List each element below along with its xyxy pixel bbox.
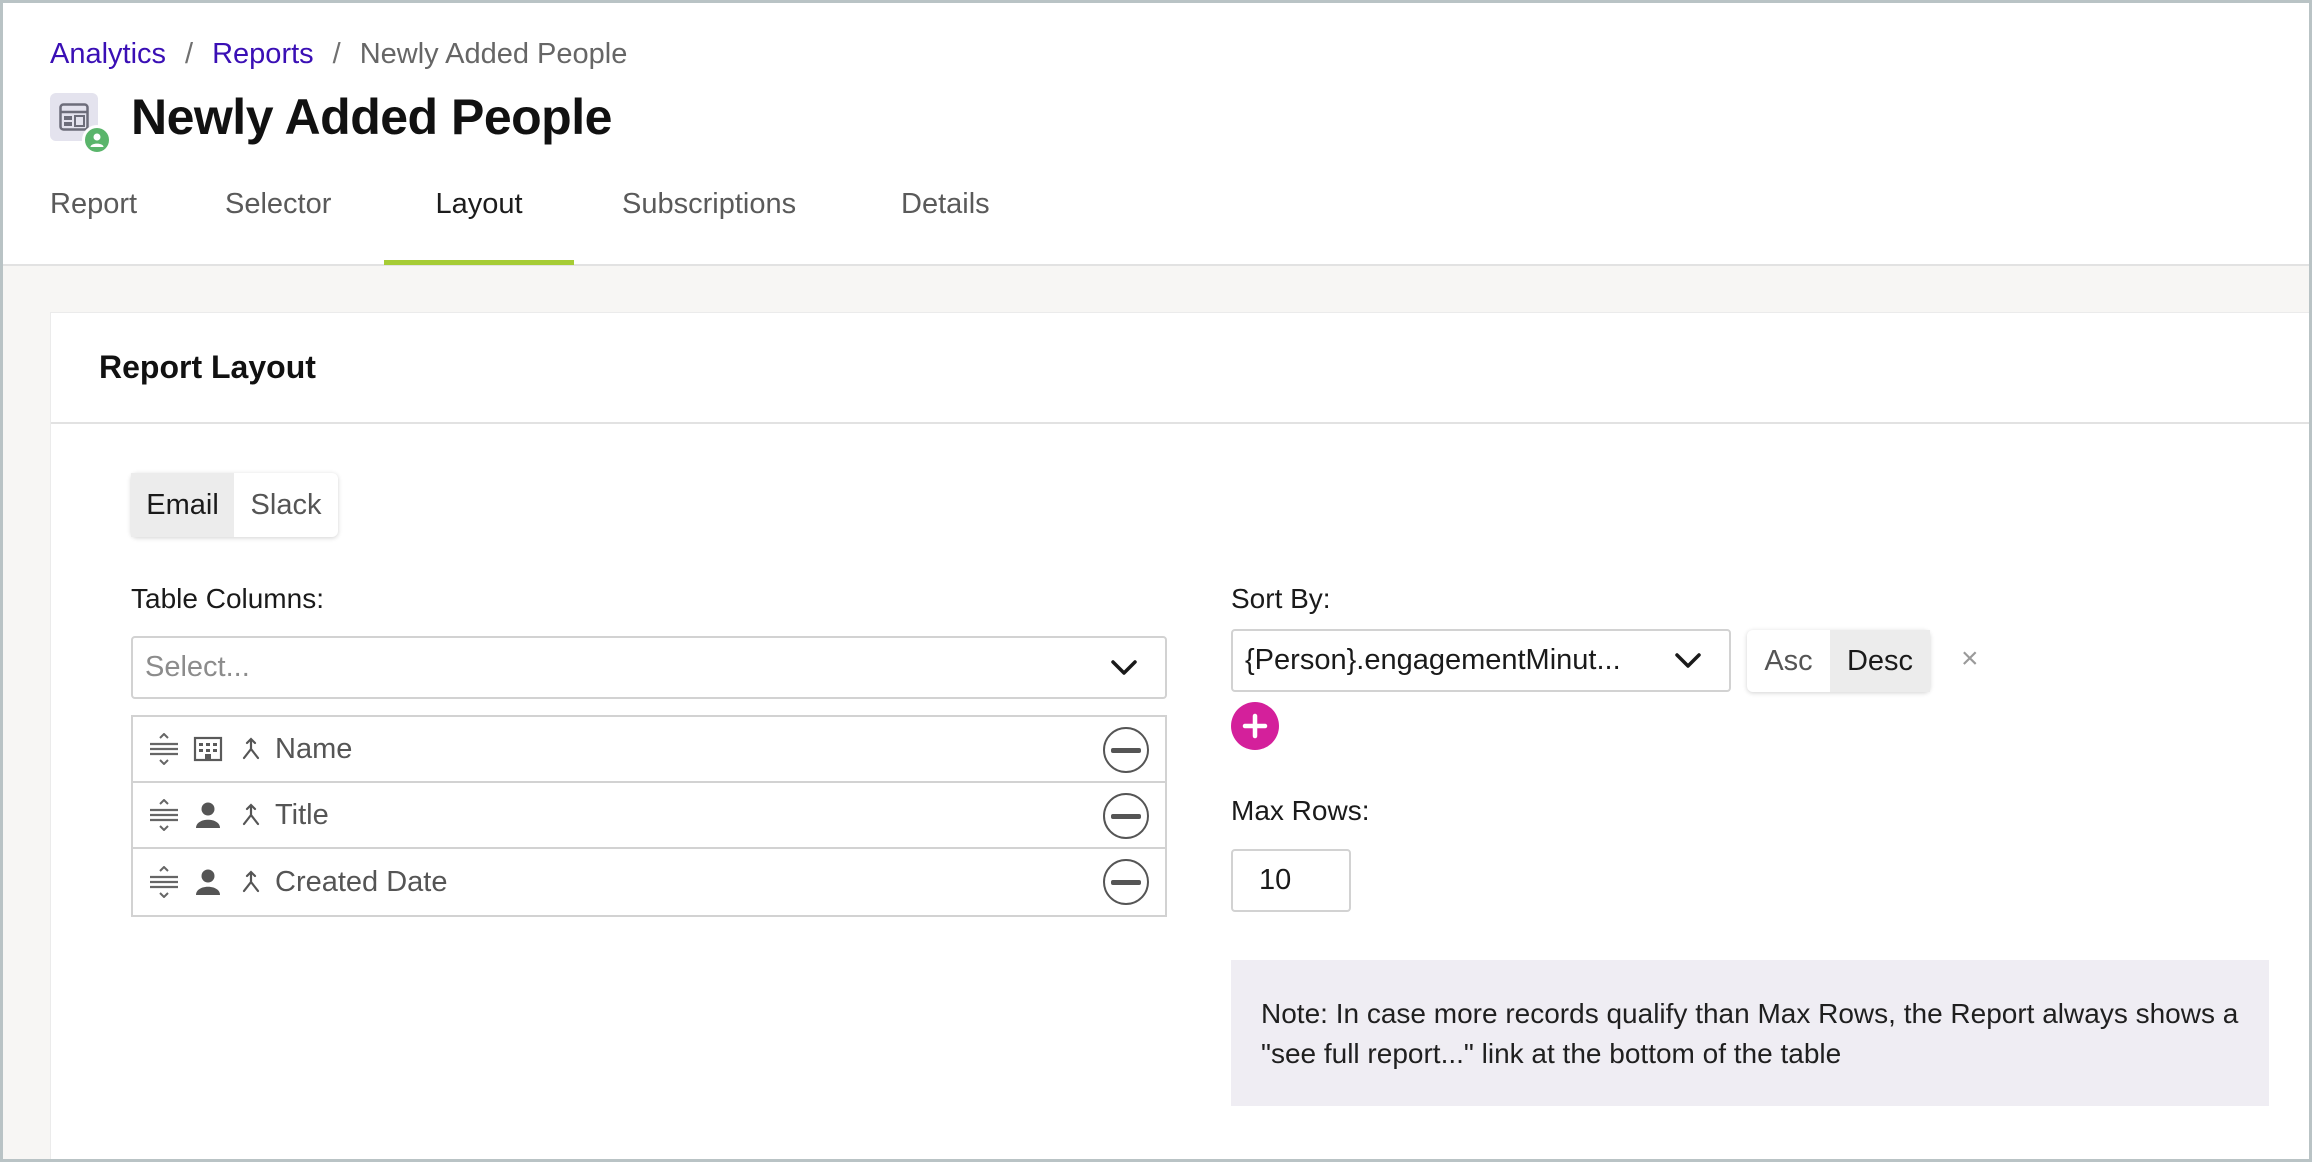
chevron-down-icon bbox=[1111, 659, 1137, 675]
tab-label: Layout bbox=[435, 188, 523, 220]
sort-by-select[interactable]: {Person}.engagementMinut... bbox=[1231, 629, 1731, 692]
breadcrumb-analytics-link[interactable]: Analytics bbox=[50, 38, 166, 71]
drag-handle-icon[interactable] bbox=[149, 866, 179, 898]
breadcrumb: Analytics / Reports / Newly Added People bbox=[50, 38, 627, 71]
sort-desc-button[interactable]: Desc bbox=[1830, 630, 1930, 692]
page-header: Analytics / Reports / Newly Added People… bbox=[0, 0, 2312, 266]
max-rows-label: Max Rows: bbox=[1231, 795, 1370, 826]
remove-column-button[interactable] bbox=[1103, 727, 1149, 773]
page-title: Newly Added People bbox=[131, 89, 612, 145]
tab-bar: Report Selector Layout Subscriptions Det… bbox=[0, 186, 1001, 266]
drag-handle-icon[interactable] bbox=[149, 733, 179, 765]
person-badge-icon bbox=[82, 125, 112, 155]
sort-asc-button[interactable]: Asc bbox=[1747, 630, 1830, 692]
report-icon bbox=[50, 93, 112, 155]
sort-by-label: Sort By: bbox=[1231, 583, 1331, 614]
tab-label: Selector bbox=[225, 188, 332, 220]
tab-selector[interactable]: Selector bbox=[225, 186, 336, 264]
drag-handle-icon[interactable] bbox=[149, 799, 179, 831]
slack-toggle-button[interactable]: Slack bbox=[234, 473, 338, 537]
merge-icon bbox=[241, 737, 261, 761]
table-column-row: Created Date bbox=[133, 849, 1165, 915]
table-columns-list: Name Title Created Date bbox=[131, 715, 1167, 917]
email-toggle-button[interactable]: Email bbox=[131, 473, 234, 537]
chevron-down-icon bbox=[1675, 652, 1701, 668]
sort-order-toggle: Asc Desc bbox=[1747, 630, 1930, 692]
table-columns-label: Table Columns: bbox=[131, 583, 324, 614]
add-sort-button[interactable] bbox=[1231, 702, 1279, 750]
breadcrumb-separator: / bbox=[332, 38, 341, 70]
tab-details[interactable]: Details bbox=[901, 186, 1001, 264]
tab-subscriptions[interactable]: Subscriptions bbox=[622, 186, 805, 264]
merge-icon bbox=[241, 870, 261, 894]
tab-label: Subscriptions bbox=[622, 188, 797, 220]
max-rows-input[interactable]: 10 bbox=[1231, 849, 1351, 912]
person-icon bbox=[193, 868, 223, 896]
tab-label: Details bbox=[901, 188, 990, 220]
title-row: Newly Added People bbox=[50, 88, 612, 155]
column-name: Created Date bbox=[275, 865, 448, 898]
building-icon bbox=[193, 736, 223, 762]
table-columns-placeholder: Select... bbox=[145, 651, 250, 683]
sort-by-value: {Person}.engagementMinut... bbox=[1245, 644, 1621, 676]
remove-sort-icon[interactable]: × bbox=[1961, 642, 1979, 676]
table-column-row: Title bbox=[133, 783, 1165, 849]
remove-column-button[interactable] bbox=[1103, 859, 1149, 905]
breadcrumb-current: Newly Added People bbox=[359, 38, 628, 70]
tab-report[interactable]: Report bbox=[50, 186, 137, 264]
remove-column-button[interactable] bbox=[1103, 793, 1149, 839]
merge-icon bbox=[241, 803, 261, 827]
breadcrumb-separator: / bbox=[185, 38, 194, 70]
max-rows-note: Note: In case more records qualify than … bbox=[1231, 960, 2269, 1106]
column-name: Title bbox=[275, 798, 329, 831]
person-icon bbox=[193, 801, 223, 829]
report-layout-panel: Report Layout Email Slack Table Columns:… bbox=[50, 312, 2312, 1162]
table-column-row: Name bbox=[133, 717, 1165, 783]
channel-toggle: Email Slack bbox=[131, 473, 338, 537]
tab-layout[interactable]: Layout bbox=[384, 186, 574, 265]
panel-header: Report Layout bbox=[51, 313, 2312, 424]
plus-icon bbox=[1242, 713, 1268, 739]
panel-title: Report Layout bbox=[99, 349, 316, 385]
column-name: Name bbox=[275, 732, 353, 765]
breadcrumb-reports-link[interactable]: Reports bbox=[212, 38, 314, 71]
tab-label: Report bbox=[50, 188, 138, 220]
table-columns-select[interactable]: Select... bbox=[131, 636, 1167, 699]
